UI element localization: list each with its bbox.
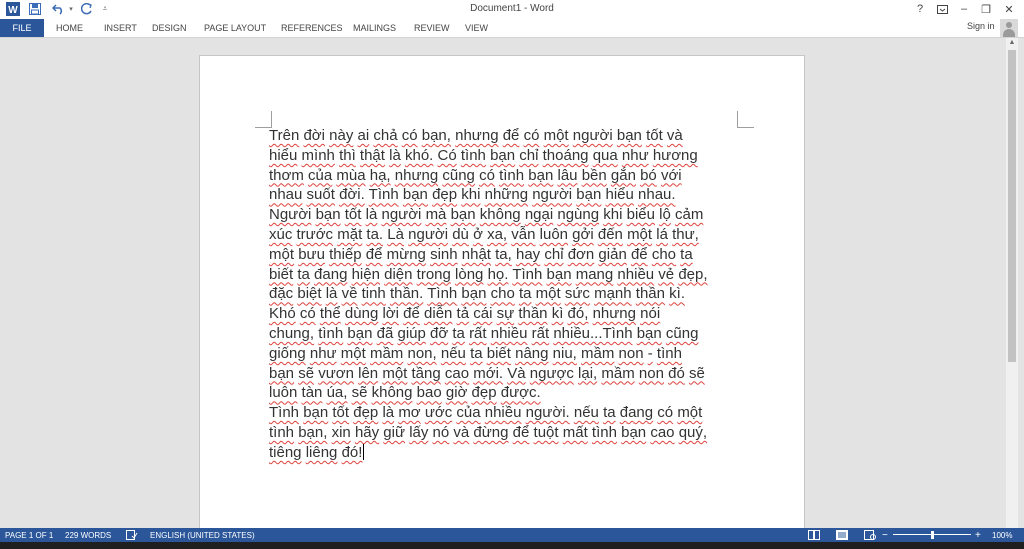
tab-page-layout[interactable]: PAGE LAYOUT bbox=[204, 19, 266, 37]
tab-home[interactable]: HOME bbox=[56, 19, 83, 37]
zoom-slider-thumb[interactable] bbox=[931, 531, 934, 539]
sign-in-link[interactable]: Sign in bbox=[967, 21, 995, 31]
document-line[interactable]: Tình bạn tốt đẹp là mơ ước của nhiều ngư… bbox=[269, 403, 739, 423]
document-line[interactable]: xúc trước mặt ta. Là người dù ở xa, vẫn … bbox=[269, 225, 739, 245]
document-line[interactable]: giống như một mầm non, nếu ta biết nâng … bbox=[269, 344, 739, 364]
print-layout-icon[interactable] bbox=[836, 528, 848, 542]
zoom-in-button[interactable]: + bbox=[975, 528, 981, 542]
document-line[interactable]: một bưu thiếp để mừng sinh nhật ta, hay … bbox=[269, 245, 739, 265]
restore-button[interactable]: ❐ bbox=[975, 1, 997, 17]
document-line[interactable]: Người bạn tốt là người mà bạn không ngại… bbox=[269, 205, 739, 225]
close-button[interactable]: ✕ bbox=[998, 1, 1020, 17]
zoom-out-button[interactable]: − bbox=[882, 528, 888, 542]
document-line[interactable]: nhau suốt đời. Tình bạn đẹp khi những ng… bbox=[269, 185, 739, 205]
taskbar-strip bbox=[0, 542, 1024, 549]
document-body[interactable]: Trên đời này ai chả có bạn, nhưng để có … bbox=[269, 126, 739, 463]
document-line[interactable]: bạn sẽ vươn lên một tầng cao mới. Và ngư… bbox=[269, 364, 739, 384]
scrollbar-thumb[interactable] bbox=[1008, 50, 1016, 362]
document-line[interactable]: tình bạn, xin hãy giữ lấy nó và đừng để … bbox=[269, 423, 739, 443]
zoom-level[interactable]: 100% bbox=[992, 528, 1012, 542]
document-line[interactable]: Trên đời này ai chả có bạn, nhưng để có … bbox=[269, 126, 739, 146]
scroll-up-arrow[interactable]: ▲ bbox=[1006, 38, 1018, 48]
status-bar: PAGE 1 OF 1 229 WORDS ENGLISH (UNITED ST… bbox=[0, 528, 1024, 542]
ribbon-tabs: FILE HOME INSERT DESIGN PAGE LAYOUT REFE… bbox=[0, 19, 1024, 38]
title-bar: W ▾ ⩡ Document1 - Word ? – ❐ ✕ bbox=[0, 0, 1024, 19]
page-indicator[interactable]: PAGE 1 OF 1 bbox=[5, 528, 53, 542]
tab-review[interactable]: REVIEW bbox=[414, 19, 450, 37]
language-indicator[interactable]: ENGLISH (UNITED STATES) bbox=[150, 528, 255, 542]
document-line[interactable]: đặc biệt là về tinh thần. Tình bạn cho t… bbox=[269, 284, 739, 304]
text-cursor bbox=[363, 443, 365, 460]
vertical-scrollbar[interactable]: ▲ bbox=[1006, 38, 1018, 528]
word-count[interactable]: 229 WORDS bbox=[65, 528, 111, 542]
tab-file[interactable]: FILE bbox=[0, 19, 44, 37]
ribbon-display-options-icon[interactable] bbox=[931, 1, 953, 17]
document-line[interactable]: thơm của mùa hạ, nhưng cũng có tình bạn … bbox=[269, 166, 739, 186]
tab-references[interactable]: REFERENCES bbox=[281, 19, 343, 37]
avatar[interactable] bbox=[1000, 19, 1018, 37]
tab-mailings[interactable]: MAILINGS bbox=[353, 19, 396, 37]
margin-marker-right bbox=[737, 111, 754, 128]
web-layout-icon[interactable] bbox=[864, 528, 876, 542]
tab-insert[interactable]: INSERT bbox=[104, 19, 137, 37]
tab-design[interactable]: DESIGN bbox=[152, 19, 187, 37]
proofing-icon[interactable] bbox=[126, 528, 138, 542]
document-line[interactable]: biết ta đang hiện diện trong lòng họ. Tì… bbox=[269, 265, 739, 285]
document-line[interactable]: Khó có thể dùng lời để diễn tả cái sự th… bbox=[269, 304, 739, 324]
help-button[interactable]: ? bbox=[909, 1, 931, 17]
minimize-button[interactable]: – bbox=[953, 1, 975, 17]
document-line[interactable]: tiêng liêng đó! bbox=[269, 443, 739, 463]
tab-view[interactable]: VIEW bbox=[465, 19, 488, 37]
read-mode-icon[interactable] bbox=[808, 528, 820, 542]
document-line[interactable]: hiểu mình thì thật là khó. Có tình bạn c… bbox=[269, 146, 739, 166]
window-title: Document1 - Word bbox=[470, 3, 554, 14]
document-line[interactable]: luôn tàn úa, sẽ không bao giờ đẹp được. bbox=[269, 383, 739, 403]
document-line[interactable]: chung, tình bạn đã giúp đỡ ta rất nhiều … bbox=[269, 324, 739, 344]
